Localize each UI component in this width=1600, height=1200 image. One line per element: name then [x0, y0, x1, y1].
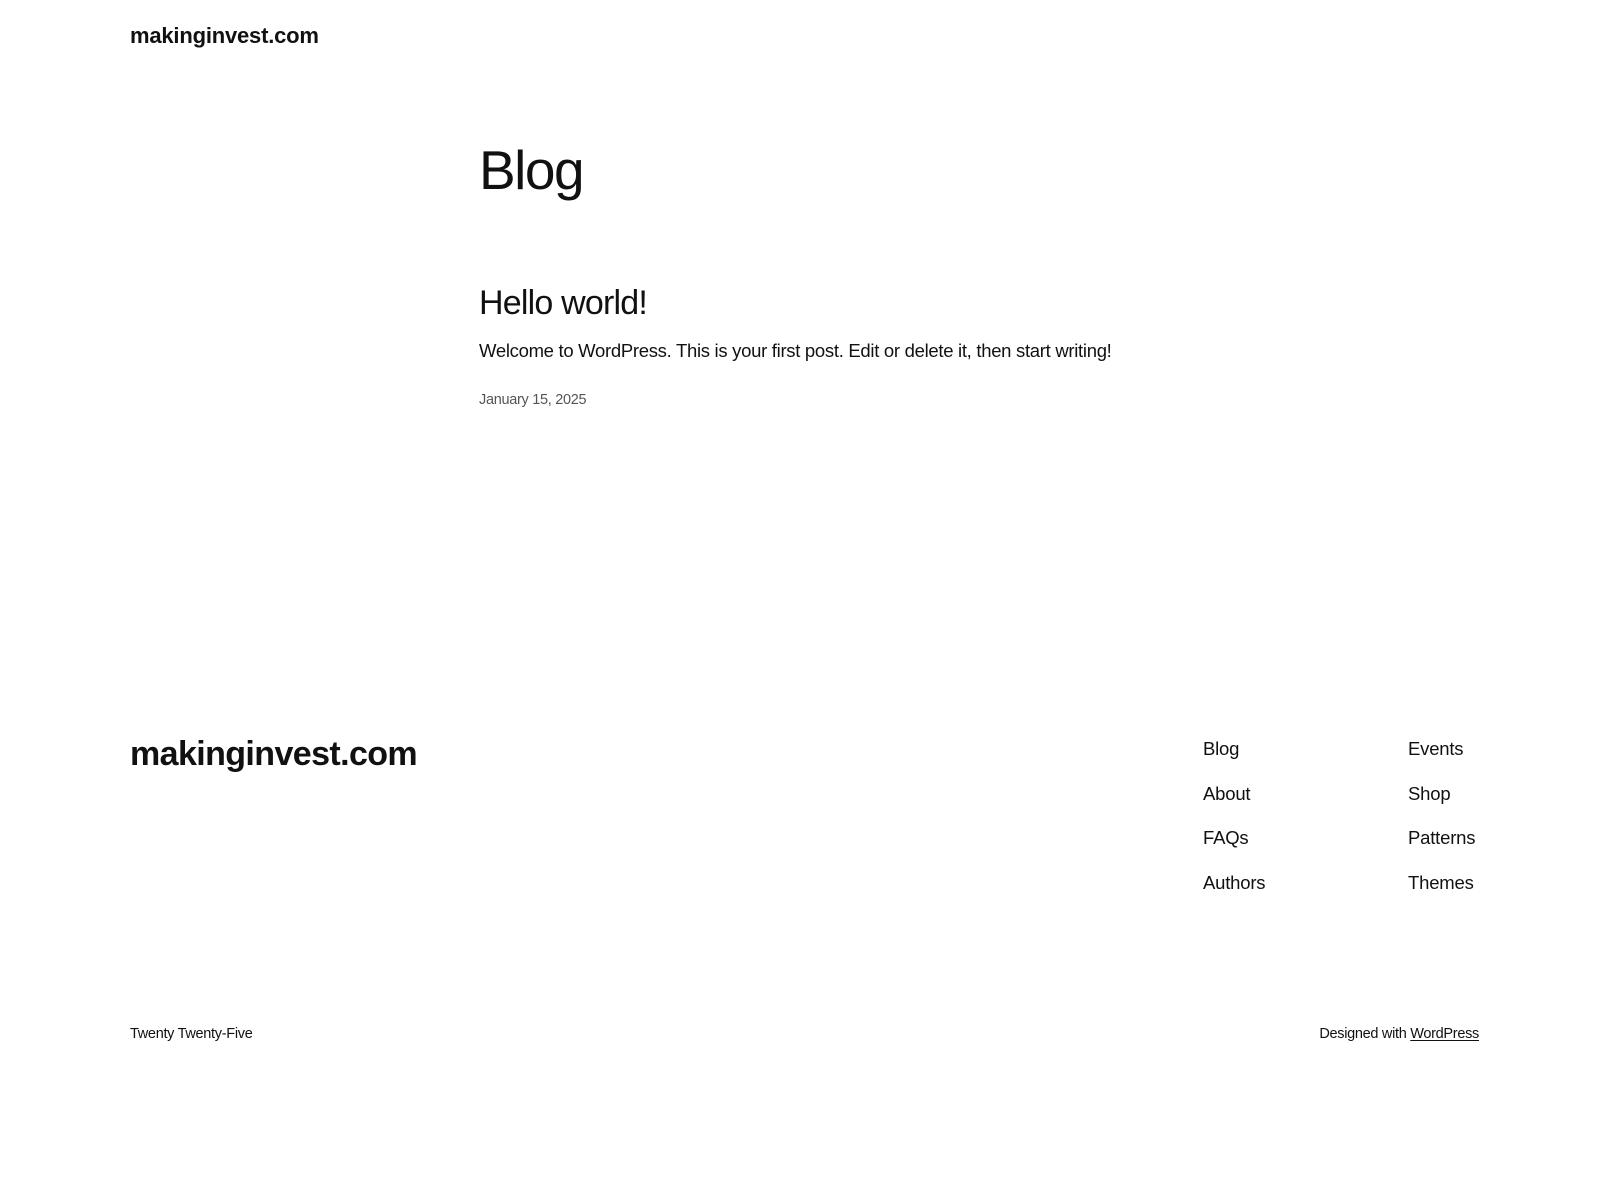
theme-name: Twenty Twenty-Five	[130, 1026, 253, 1042]
footer-nav-blog[interactable]: Blog	[1203, 735, 1265, 780]
post-title-link[interactable]: Hello world!	[479, 284, 648, 322]
footer-nav-authors[interactable]: Authors	[1203, 869, 1266, 914]
post-date: January 15, 2025	[479, 389, 1159, 411]
credit-prefix: Designed with	[1319, 1026, 1411, 1042]
post-excerpt: Welcome to WordPress. This is your first…	[479, 340, 1112, 361]
footer-credit: Designed with WordPress	[1319, 1023, 1479, 1045]
footer-nav-column-1: Blog About FAQs Authors	[1203, 735, 1266, 914]
footer-nav-faqs[interactable]: FAQs	[1203, 824, 1265, 869]
main-content: Blog Hello world! Welcome to WordPress. …	[479, 132, 1159, 411]
post-item: Hello world! Welcome to WordPress. This …	[479, 281, 1159, 411]
post-title: Hello world!	[479, 281, 1159, 325]
footer-nav-events[interactable]: Events	[1408, 735, 1475, 780]
footer-nav-patterns[interactable]: Patterns	[1408, 824, 1475, 869]
footer-nav-themes[interactable]: Themes	[1408, 869, 1475, 914]
footer-nav-shop[interactable]: Shop	[1408, 780, 1475, 825]
footer-nav-column-2: Events Shop Patterns Themes	[1408, 735, 1475, 913]
wordpress-link[interactable]: WordPress	[1410, 1026, 1479, 1042]
page-title: Blog	[479, 139, 585, 201]
site-header: makinginvest.com	[130, 20, 319, 52]
footer-nav-about[interactable]: About	[1203, 780, 1265, 825]
post-date-link[interactable]: January 15, 2025	[479, 392, 587, 408]
site-title-link[interactable]: makinginvest.com	[130, 23, 319, 48]
footer-site-title-link[interactable]: makinginvest.com	[130, 730, 418, 778]
